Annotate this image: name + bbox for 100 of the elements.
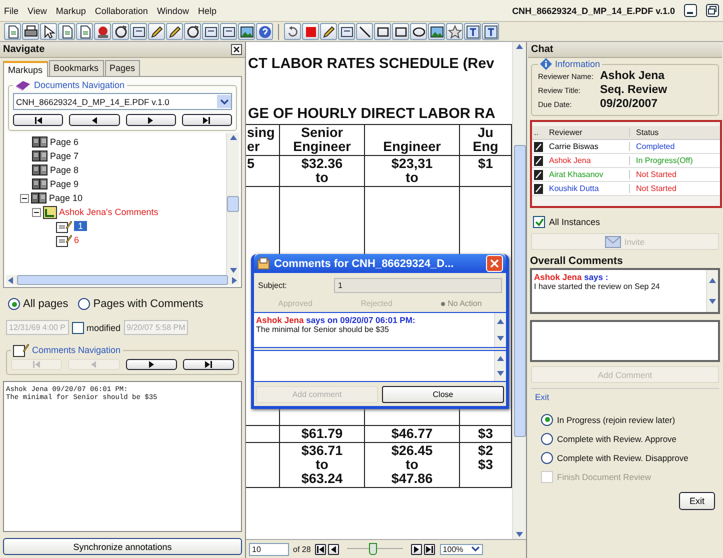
toolbar-button[interactable] — [446, 23, 463, 40]
tree-item[interactable]: Ashok Jena's Comments — [59, 207, 158, 217]
tree-item[interactable]: Page 10 — [49, 193, 83, 203]
scrollbar[interactable] — [512, 42, 526, 539]
scroll-down-icon[interactable] — [709, 299, 716, 304]
tab[interactable]: Bookmarks — [48, 60, 104, 76]
toolbar-button[interactable] — [22, 23, 39, 40]
toolbar-button[interactable] — [76, 23, 93, 40]
toolbar-button[interactable] — [58, 23, 75, 40]
scroll-down-icon[interactable] — [516, 532, 523, 537]
radio-dot-icon — [440, 302, 445, 306]
zoom-dropdown[interactable]: 100% — [440, 544, 484, 554]
toolbar-button[interactable] — [338, 23, 355, 40]
collapse-icon[interactable] — [32, 208, 41, 216]
close-button[interactable] — [486, 255, 503, 272]
nav-button[interactable] — [126, 359, 177, 370]
column-header: Status — [635, 128, 660, 137]
toolbar-button[interactable] — [464, 23, 481, 40]
toolbar-button[interactable] — [374, 23, 391, 40]
radio-button[interactable] — [78, 298, 90, 310]
toolbar-button[interactable] — [356, 23, 373, 40]
help-icon — [258, 24, 272, 38]
nav-button[interactable] — [126, 114, 176, 126]
restore-icon[interactable] — [706, 4, 719, 17]
reviewer-name: Koushik Dutta — [546, 184, 630, 193]
comment-input[interactable] — [254, 350, 506, 382]
radio-button[interactable] — [541, 432, 553, 444]
synchronize-button[interactable]: Synchronize annotations — [3, 538, 242, 555]
nav-button[interactable] — [410, 544, 422, 554]
radio-button[interactable] — [541, 452, 553, 464]
toolbar-button[interactable] — [202, 23, 219, 40]
tree-item[interactable]: 6 — [74, 235, 80, 245]
toolbar-button[interactable] — [112, 23, 129, 40]
menu-item[interactable]: Collaboration — [94, 6, 148, 16]
nav-button[interactable] — [69, 114, 120, 126]
toolbar-button[interactable] — [4, 23, 21, 40]
app-icon — [257, 257, 270, 270]
table-cell: $23,31 to — [364, 156, 460, 186]
document-dropdown[interactable]: CNH_86629324_D_MP_14_E.PDF v.1.0 — [13, 93, 232, 110]
tree-item[interactable]: 1 — [74, 221, 88, 231]
scroll-up-icon[interactable] — [230, 135, 236, 140]
nav-button[interactable] — [182, 114, 232, 126]
exit-button[interactable]: Exit — [679, 492, 715, 510]
toolbar-button[interactable] — [320, 23, 337, 40]
scroll-left-icon[interactable] — [8, 276, 13, 284]
comment-input[interactable] — [530, 320, 720, 362]
toolbar-button[interactable] — [392, 23, 409, 40]
collapse-icon[interactable] — [20, 194, 29, 202]
tree-item[interactable]: Page 6 — [50, 137, 79, 147]
close-button[interactable]: Close — [382, 386, 504, 403]
previous-icon — [328, 546, 338, 552]
tree-item[interactable]: Page 9 — [50, 179, 79, 189]
menu-item[interactable]: View — [28, 6, 47, 16]
close-icon[interactable] — [231, 44, 242, 55]
scroll-down-icon[interactable] — [497, 336, 504, 341]
scrollbar[interactable] — [494, 313, 506, 347]
checkbox[interactable] — [72, 322, 84, 334]
scrollbar[interactable] — [706, 270, 718, 312]
scroll-down-icon[interactable] — [497, 371, 504, 376]
scroll-down-icon[interactable] — [230, 268, 236, 273]
toolbar-button[interactable] — [40, 23, 57, 40]
scroll-up-icon[interactable] — [709, 278, 716, 283]
menu-item[interactable]: Window — [156, 6, 189, 16]
tab[interactable]: Markups — [3, 61, 48, 77]
scroll-right-icon[interactable] — [232, 276, 237, 284]
scroll-thumb[interactable] — [514, 144, 526, 436]
checkbox[interactable] — [533, 216, 545, 228]
menu-item[interactable]: Markup — [56, 6, 86, 16]
toolbar-button[interactable] — [166, 23, 183, 40]
menu-item[interactable]: File — [4, 6, 19, 16]
toolbar-button[interactable] — [130, 23, 147, 40]
page-number-field[interactable]: 10 — [249, 542, 289, 556]
scroll-up-icon[interactable] — [516, 44, 523, 49]
scrollbar[interactable] — [494, 351, 506, 381]
toolbar-button[interactable] — [482, 23, 499, 40]
nav-button[interactable] — [314, 544, 326, 554]
scroll-up-icon[interactable] — [497, 356, 504, 361]
toolbar-button[interactable] — [184, 23, 201, 40]
minimize-icon[interactable] — [684, 4, 697, 17]
scroll-up-icon[interactable] — [497, 319, 504, 324]
toolbar-button[interactable] — [284, 23, 301, 40]
toolbar-button[interactable] — [410, 23, 427, 40]
menu-item[interactable]: Help — [198, 6, 216, 16]
nav-button[interactable] — [424, 544, 435, 554]
toolbar-button[interactable] — [238, 23, 255, 40]
radio-button[interactable] — [541, 414, 553, 426]
comment-note-icon — [56, 220, 72, 232]
tree-item[interactable]: Page 8 — [50, 165, 79, 175]
toolbar-button[interactable] — [148, 23, 165, 40]
nav-button[interactable] — [328, 544, 339, 554]
toolbar-button[interactable] — [428, 23, 445, 40]
scrollbar[interactable] — [226, 133, 239, 275]
nav-button[interactable] — [13, 114, 64, 126]
toolbar-button[interactable] — [220, 23, 237, 40]
tab[interactable]: Pages — [104, 60, 140, 76]
tree-item[interactable]: Page 7 — [50, 151, 79, 161]
radio-button[interactable] — [8, 298, 20, 310]
nav-button[interactable] — [182, 359, 234, 370]
subject-field[interactable]: 1 — [334, 278, 502, 293]
scroll-thumb[interactable] — [227, 196, 239, 212]
